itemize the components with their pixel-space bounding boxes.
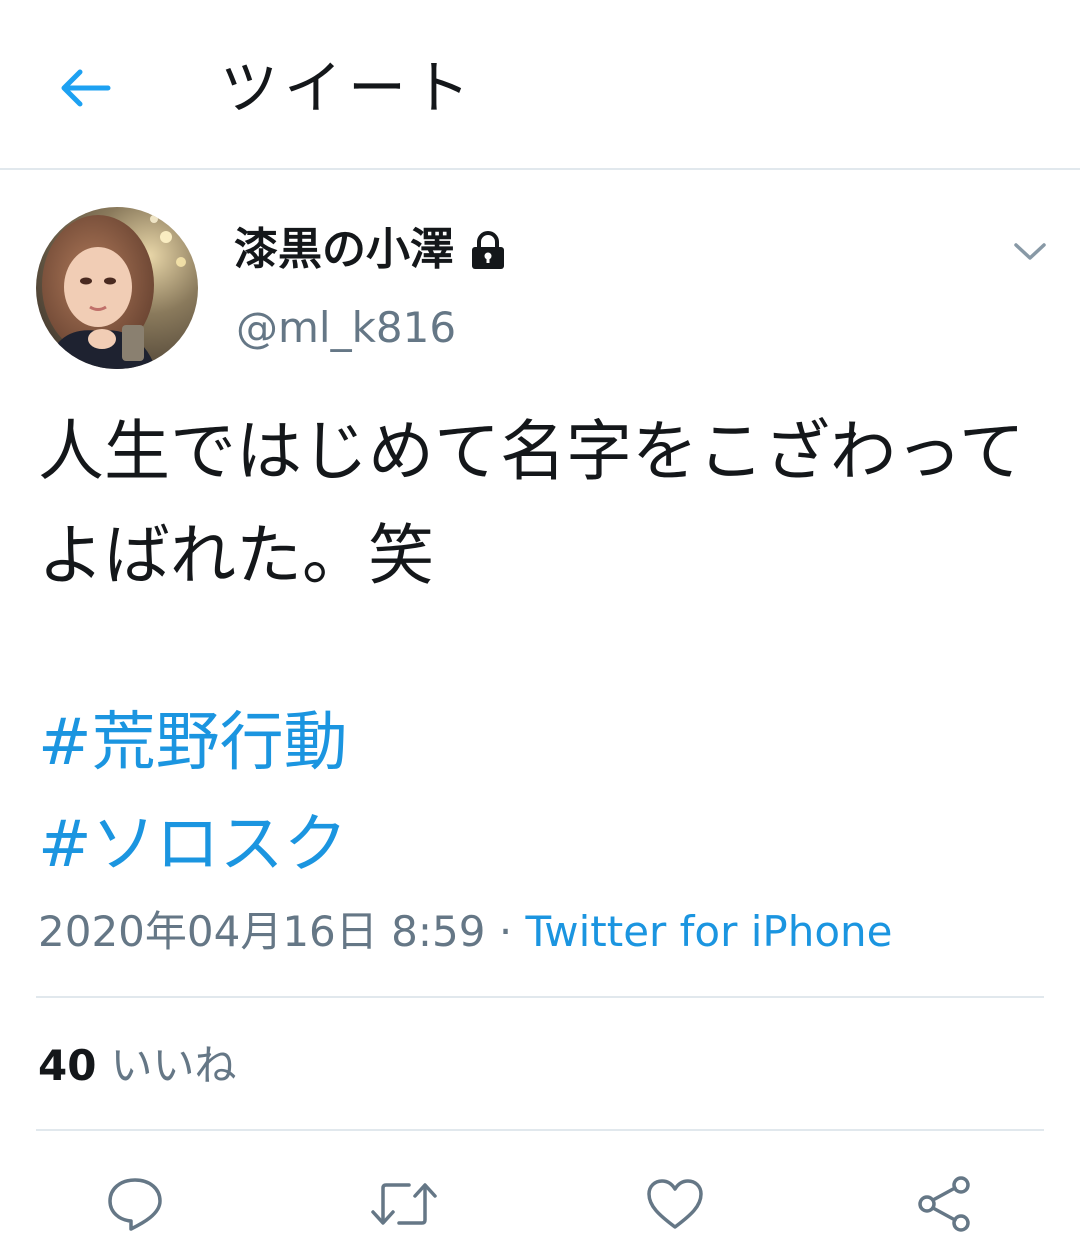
share-icon xyxy=(918,1176,970,1232)
display-name-text: 漆黒の小澤 xyxy=(234,224,454,275)
hashtag-link[interactable]: #荒野行動 xyxy=(38,698,348,788)
avatar-photo xyxy=(36,207,198,369)
likes-count: 40 xyxy=(38,1041,97,1090)
top-app-bar: ツイート xyxy=(0,0,1080,170)
more-options-button[interactable] xyxy=(1002,228,1058,276)
hashtag-link[interactable]: #ソロスク xyxy=(38,800,348,890)
back-button[interactable] xyxy=(48,56,120,120)
heart-icon xyxy=(647,1179,703,1229)
divider xyxy=(36,1129,1044,1131)
tweet-detail-page: ツイート 漆黒の小澤 @ml_k816 人生ではじめて名字をこざわって よばれた… xyxy=(0,0,1080,1257)
likes-label: いいね xyxy=(110,1041,237,1090)
author-handle[interactable]: @ml_k816 xyxy=(236,300,456,356)
arrow-left-icon xyxy=(61,69,111,107)
retweet-icon xyxy=(371,1183,437,1225)
reply-icon xyxy=(108,1178,162,1231)
retweet-button[interactable] xyxy=(368,1168,440,1240)
page-title: ツイート xyxy=(220,54,477,122)
lock-icon xyxy=(468,231,508,269)
author-name[interactable]: 漆黒の小澤 xyxy=(234,220,508,280)
avatar[interactable] xyxy=(36,207,198,369)
meta-separator: · xyxy=(498,907,513,956)
tweet-text-line: よばれた。笑 xyxy=(38,517,434,594)
tweet-source-link[interactable]: Twitter for iPhone xyxy=(526,907,893,956)
tweet-timestamp: 2020年04月16日 8:59 xyxy=(38,907,486,956)
tweet-text: 人生ではじめて名字をこざわって よばれた。笑 xyxy=(38,400,1048,608)
chevron-down-icon xyxy=(1014,243,1046,260)
likes-summary[interactable]: 40 いいね xyxy=(38,1036,236,1096)
like-button[interactable] xyxy=(639,1168,711,1240)
share-button[interactable] xyxy=(909,1168,981,1240)
divider xyxy=(36,996,1044,998)
tweet-text-line: 人生ではじめて名字をこざわって xyxy=(38,413,1025,490)
tweet-meta: 2020年04月16日 8:59 · Twitter for iPhone xyxy=(38,902,893,962)
reply-button[interactable] xyxy=(99,1168,171,1240)
